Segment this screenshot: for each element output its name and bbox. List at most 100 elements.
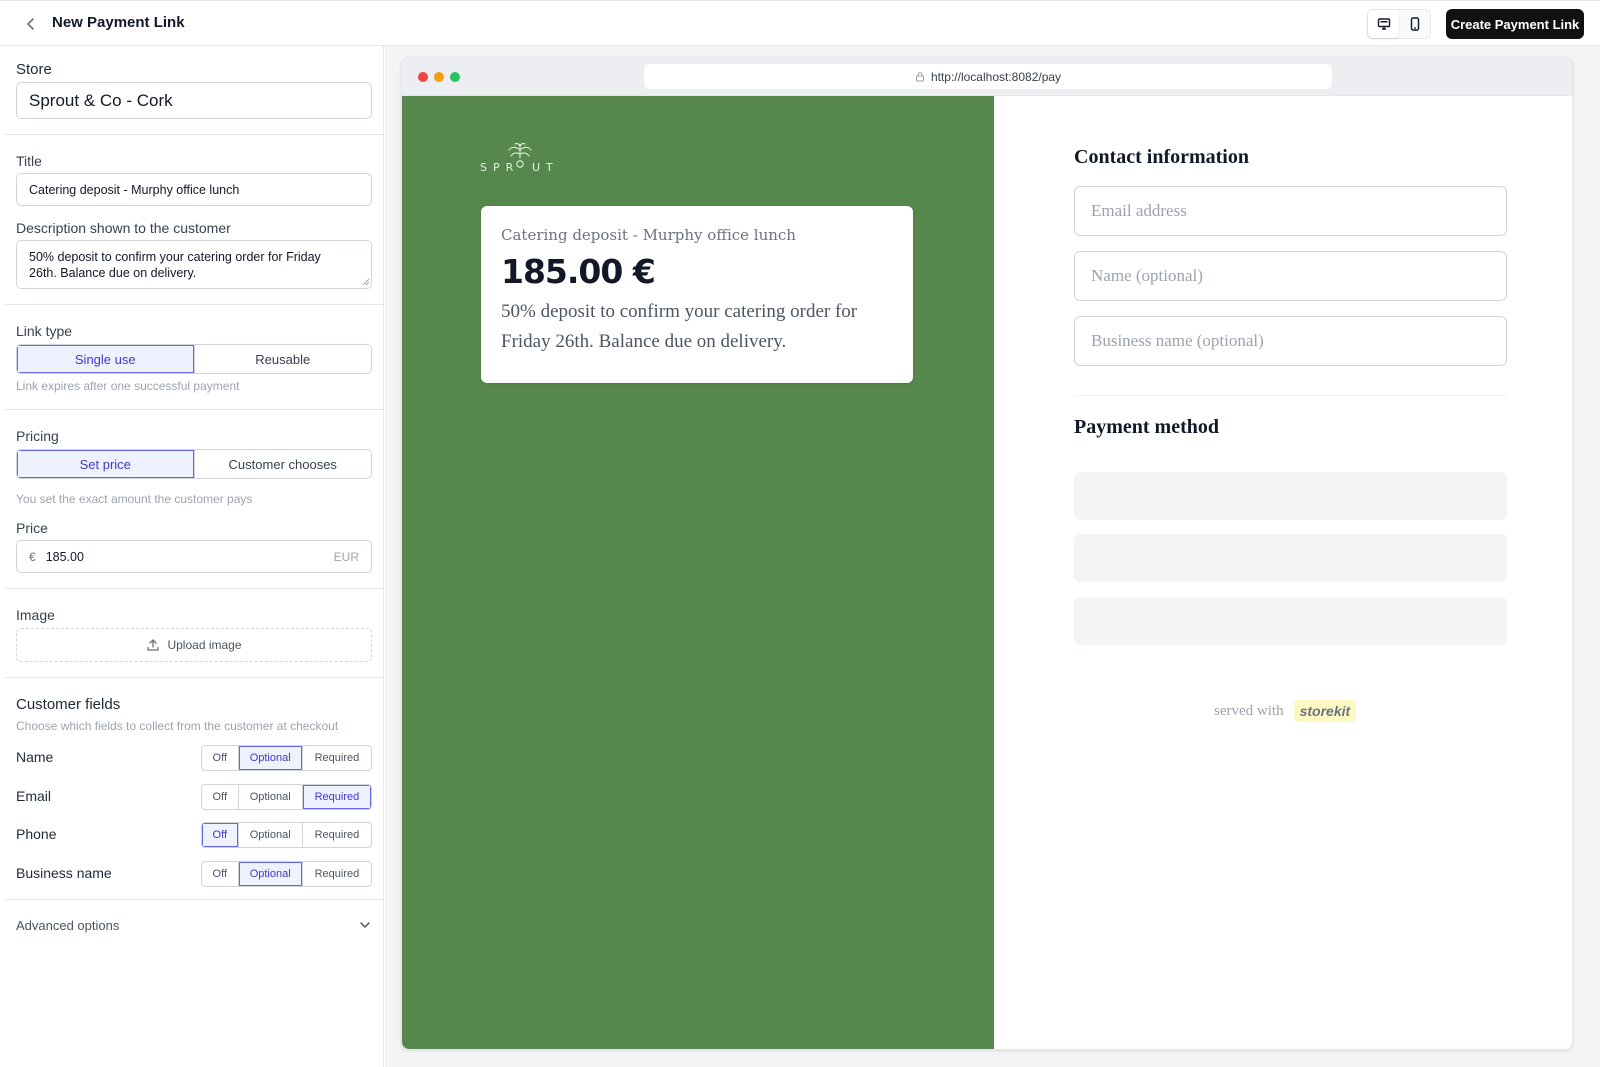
advanced-options-toggle[interactable]: Advanced options — [16, 914, 372, 936]
field-email-toggle: Off Optional Required — [201, 784, 372, 810]
field-phone-optional[interactable]: Optional — [239, 823, 303, 847]
business-name-field[interactable]: Business name (optional) — [1074, 316, 1507, 366]
field-phone-required[interactable]: Required — [303, 823, 371, 847]
customer-field-name: Name Off Optional Required — [16, 745, 372, 771]
field-business-label: Business name — [16, 865, 112, 881]
description-label: Description shown to the customer — [16, 220, 231, 236]
chevron-left-icon — [27, 18, 34, 30]
desktop-view-button[interactable] — [1368, 10, 1399, 38]
contact-heading: Contact information — [1074, 146, 1249, 168]
currency-symbol: € — [29, 549, 36, 564]
customer-fields-label: Customer fields — [16, 696, 121, 713]
minimize-dot — [434, 72, 444, 82]
divider — [5, 409, 384, 410]
email-field[interactable]: Email address — [1074, 186, 1507, 236]
field-email-required[interactable]: Required — [302, 785, 371, 809]
price-input[interactable]: € 185.00 EUR — [16, 540, 372, 573]
top-bar: New Payment Link Create Payment Link — [0, 0, 1600, 46]
browser-preview: http://localhost:8082/pay SPR UT Caterin… — [401, 57, 1573, 1050]
store-label: Store — [16, 61, 52, 78]
storekit-badge[interactable]: storekit — [1293, 700, 1357, 722]
upload-image-label: Upload image — [167, 638, 242, 652]
field-email-label: Email — [16, 788, 52, 804]
link-type-label: Link type — [16, 323, 73, 339]
field-email-off[interactable]: Off — [202, 785, 239, 809]
settings-panel: Store Sprout & Co - Cork Title Catering … — [0, 46, 384, 1067]
divider — [5, 677, 384, 678]
product-title: Catering deposit - Murphy office lunch — [501, 226, 796, 244]
field-name-toggle: Off Optional Required — [201, 745, 372, 771]
customer-field-email: Email Off Optional Required — [16, 784, 372, 810]
svg-text:SPR: SPR — [480, 161, 519, 174]
field-business-required[interactable]: Required — [303, 862, 371, 886]
customer-field-phone: Phone Off Optional Required — [16, 822, 372, 848]
field-phone-toggle: Off Optional Required — [201, 822, 372, 848]
device-toggle — [1367, 9, 1431, 39]
back-button[interactable] — [20, 13, 42, 35]
maximize-dot — [450, 72, 460, 82]
field-phone-label: Phone — [16, 826, 57, 842]
served-with-footer: served with storekit — [1214, 700, 1357, 722]
page-title: New Payment Link — [52, 14, 185, 31]
payment-method-placeholder — [1074, 534, 1507, 582]
divider — [5, 304, 384, 305]
pricing-set-price[interactable]: Set price — [17, 450, 195, 478]
field-name-off[interactable]: Off — [202, 746, 239, 770]
upload-image-button[interactable]: Upload image — [16, 628, 372, 662]
url-text: http://localhost:8082/pay — [930, 69, 1062, 84]
field-phone-off[interactable]: Off — [202, 823, 239, 847]
description-textarea[interactable]: 50% deposit to confirm your catering ord… — [16, 240, 372, 289]
url-bar[interactable]: http://localhost:8082/pay — [644, 64, 1332, 89]
monitor-icon — [1377, 18, 1390, 30]
lock-icon — [915, 71, 925, 82]
field-business-toggle: Off Optional Required — [201, 861, 372, 887]
preview-area: http://localhost:8082/pay SPR UT Caterin… — [385, 46, 1600, 1067]
product-description: 50% deposit to confirm your catering ord… — [501, 301, 858, 352]
sprout-logo: SPR UT — [480, 142, 559, 174]
product-card: Catering deposit - Murphy office lunch 1… — [481, 206, 913, 383]
pricing-toggle: Set price Customer chooses — [16, 449, 372, 479]
currency-code: EUR — [333, 549, 359, 564]
chevron-down-icon — [360, 922, 370, 928]
store-select[interactable]: Sprout & Co - Cork — [16, 82, 372, 119]
divider — [5, 588, 384, 589]
link-type-toggle: Single use Reusable — [16, 344, 372, 374]
customer-fields-hint: Choose which fields to collect from the … — [16, 719, 339, 733]
customer-field-business: Business name Off Optional Required — [16, 861, 372, 887]
price-value: 185.00 — [45, 549, 84, 564]
divider — [1074, 395, 1507, 396]
field-business-off[interactable]: Off — [202, 862, 239, 886]
product-price: 185.00 € — [501, 252, 656, 291]
checkout-summary-pane: SPR UT Catering deposit - Murphy office … — [402, 96, 994, 1049]
served-with-text: served with — [1214, 702, 1284, 719]
field-email-optional[interactable]: Optional — [239, 785, 303, 809]
divider — [5, 899, 384, 900]
pricing-hint: You set the exact amount the customer pa… — [16, 492, 253, 506]
payment-method-placeholder — [1074, 597, 1507, 645]
title-input[interactable]: Catering deposit - Murphy office lunch — [16, 173, 372, 206]
title-label: Title — [16, 153, 42, 169]
field-name-optional[interactable]: Optional — [238, 746, 303, 770]
mobile-view-button[interactable] — [1399, 10, 1430, 38]
link-type-reusable[interactable]: Reusable — [195, 345, 372, 373]
price-label: Price — [16, 520, 48, 536]
field-business-optional[interactable]: Optional — [238, 862, 303, 886]
pricing-customer-chooses[interactable]: Customer chooses — [195, 450, 372, 478]
field-name-label: Name — [16, 749, 54, 765]
divider — [5, 134, 384, 135]
smartphone-icon — [1410, 17, 1419, 31]
payment-method-placeholder — [1074, 472, 1507, 520]
link-type-hint: Link expires after one successful paymen… — [16, 379, 240, 393]
image-label: Image — [16, 607, 55, 623]
close-dot — [418, 72, 428, 82]
link-type-single-use[interactable]: Single use — [17, 345, 195, 373]
create-payment-link-button[interactable]: Create Payment Link — [1446, 9, 1584, 39]
checkout-form-pane: Contact information Email address Name (… — [994, 96, 1572, 1049]
browser-chrome: http://localhost:8082/pay — [402, 58, 1572, 96]
resize-handle-icon[interactable] — [362, 278, 370, 286]
svg-text:UT: UT — [532, 161, 559, 174]
upload-icon — [147, 639, 160, 651]
pricing-label: Pricing — [16, 428, 59, 444]
field-name-required[interactable]: Required — [303, 746, 371, 770]
name-field[interactable]: Name (optional) — [1074, 251, 1507, 301]
